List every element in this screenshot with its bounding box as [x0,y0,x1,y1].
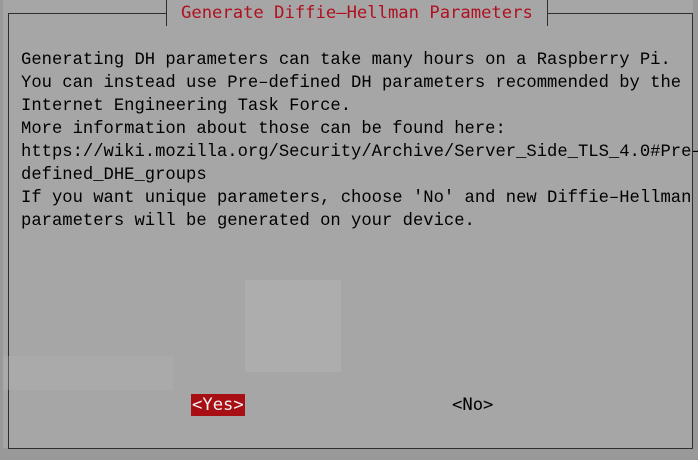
message-line: Generating DH parameters can take many h… [21,51,671,70]
dialog-title-wrap: Generate Diffie–Hellman Parameters [166,0,548,26]
no-button[interactable]: <No> [451,394,494,416]
dialog-title: Generate Diffie–Hellman Parameters [181,3,533,23]
dialog-message: Generating DH parameters can take many h… [21,49,698,233]
message-line: parameters will be generated on your dev… [21,212,475,231]
message-line: https://wiki.mozilla.org/Security/Archiv… [21,143,698,162]
dialog-box: Generate Diffie–Hellman Parameters Gener… [3,0,698,449]
background-artifact [245,280,341,372]
message-line: defined_DHE_groups [21,166,207,185]
background-artifact [3,356,173,390]
message-line: If you want unique parameters, choose 'N… [21,189,692,208]
terminal-screen: Generate Diffie–Hellman Parameters Gener… [0,0,698,460]
message-line: More information about those can be foun… [21,120,506,139]
message-line: You can instead use Pre–defined DH param… [21,74,682,93]
message-line: Internet Engineering Task Force. [21,97,352,116]
yes-button[interactable]: <Yes> [191,394,245,416]
